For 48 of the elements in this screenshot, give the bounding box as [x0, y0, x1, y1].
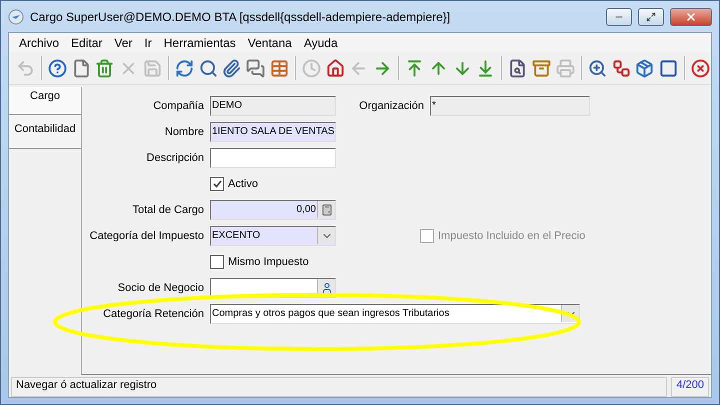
package-icon[interactable]: [634, 56, 656, 80]
field-label: Descripción: [146, 152, 205, 164]
dropdown-icon[interactable]: [317, 227, 335, 244]
close-icon: [685, 10, 697, 22]
input-field[interactable]: 1IENTO SALA DE VENTAS: [210, 122, 336, 142]
checkbox[interactable]: [210, 254, 224, 268]
field-label: Total de Cargo: [131, 204, 205, 216]
menu-item[interactable]: Ventana: [242, 36, 298, 50]
maximize-icon: [646, 12, 656, 22]
field-label: Compañía: [152, 100, 205, 112]
close-button[interactable]: [670, 8, 712, 26]
checkbox-label: Activo: [228, 178, 258, 190]
checkbox-label: Impuesto Incluido en el Precio: [438, 230, 586, 242]
menu-item[interactable]: Ayuda: [298, 36, 344, 50]
home-icon[interactable]: [324, 56, 346, 80]
menu-item[interactable]: Ir: [138, 36, 158, 50]
check-icon: [212, 180, 222, 188]
record-counter: 4/200: [671, 377, 709, 397]
status-message: Navegar ó actualizar registro: [11, 377, 668, 397]
help-icon[interactable]: [46, 56, 68, 80]
input-field[interactable]: *: [430, 96, 590, 116]
tab[interactable]: Contabilidad: [9, 115, 81, 149]
trash-icon[interactable]: [94, 56, 116, 80]
input-field[interactable]: [210, 148, 336, 168]
input-field[interactable]: DEMO: [210, 96, 336, 116]
checkbox-label: Mismo Impuesto: [228, 256, 309, 268]
tab[interactable]: Cargo: [9, 87, 81, 115]
minimize-button[interactable]: [606, 8, 632, 26]
app-icon: [8, 8, 24, 24]
menu-item[interactable]: Archivo: [13, 36, 66, 50]
menu-item[interactable]: Herramientas: [158, 36, 242, 50]
field-label: Categoría Retención: [102, 308, 205, 320]
maximize-button[interactable]: [638, 8, 664, 26]
field-label: Socio de Negocio: [116, 282, 205, 294]
dropdown-field[interactable]: Compras y otros pagos que sean ingresos Tributarios: [210, 304, 580, 324]
window-title: Cargo SuperUser@DEMO.DEMO BTA [qssdell{qssdell-adempiere-adempiere}]: [30, 10, 452, 24]
close-icon[interactable]: [690, 56, 711, 80]
chat-icon[interactable]: [245, 56, 266, 80]
checkbox[interactable]: [210, 176, 224, 190]
calculator-icon[interactable]: [317, 201, 335, 218]
field-label: Nombre: [164, 126, 205, 138]
menu-item[interactable]: Ver: [108, 36, 138, 50]
menu-item[interactable]: Editar: [65, 36, 108, 50]
field-label: Categoría del Impuesto: [88, 230, 205, 242]
paperclip-icon[interactable]: [221, 56, 242, 80]
input-field[interactable]: 0,00: [210, 200, 336, 220]
field-label: Organización: [358, 100, 425, 112]
dropdown-field[interactable]: EXCENTO: [210, 226, 336, 246]
